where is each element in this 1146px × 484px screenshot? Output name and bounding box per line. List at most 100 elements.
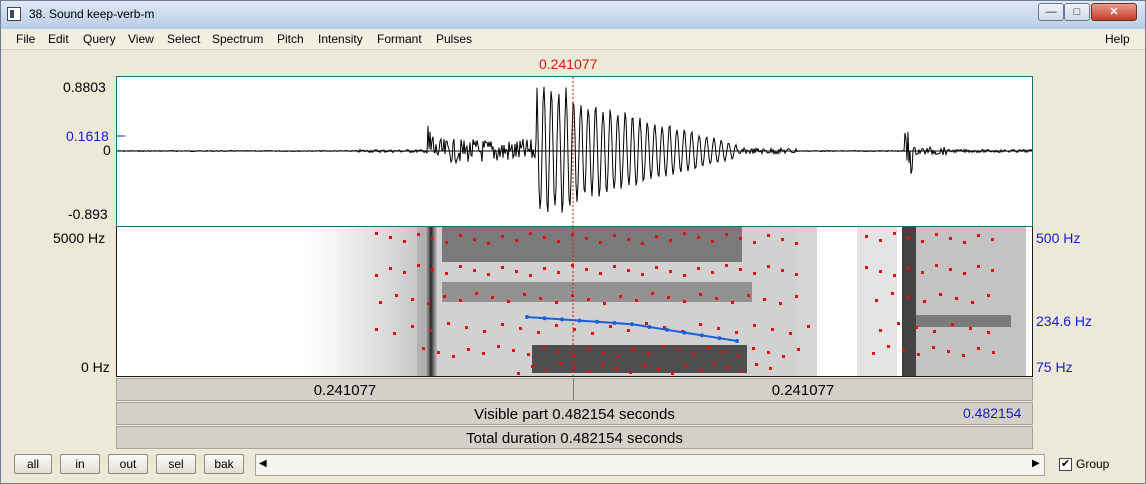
formant-dot <box>741 370 744 373</box>
formant-dot <box>763 298 766 301</box>
formant-dot <box>795 295 798 298</box>
formant-dot <box>865 266 868 269</box>
formant-dot <box>771 328 774 331</box>
formant-dot <box>599 241 602 244</box>
formant-dot <box>497 345 500 348</box>
formant-dot <box>907 267 910 270</box>
formant-dot <box>655 266 658 269</box>
formant-dot <box>641 273 644 276</box>
left-time-segment[interactable]: 0.241077 <box>117 379 574 400</box>
formant-dot <box>987 331 990 334</box>
left-segment-label: 0.241077 <box>313 382 377 399</box>
menu-formant[interactable]: Formant <box>377 32 422 46</box>
total-duration-bar[interactable]: Total duration 0.482154 seconds <box>116 426 1033 449</box>
formant-dot <box>543 236 546 239</box>
formant-dot <box>935 264 938 267</box>
formant-dot <box>555 301 558 304</box>
menu-help[interactable]: Help <box>1105 32 1130 46</box>
formant-dot <box>529 232 532 235</box>
window-title: 38. Sound keep-verb-m <box>29 7 155 21</box>
formant-dot <box>587 370 590 373</box>
formant-dot <box>603 302 606 305</box>
visible-part-bar[interactable]: Visible part 0.482154 seconds <box>116 402 1033 425</box>
formant-dot <box>683 274 686 277</box>
formant-dot <box>795 242 798 245</box>
right-time-segment[interactable]: 0.241077 <box>574 379 1032 400</box>
scroll-left-arrow-icon[interactable]: ◀ <box>259 458 267 469</box>
menu-file[interactable]: File <box>16 32 35 46</box>
formant-dot <box>893 274 896 277</box>
formant-dot <box>473 238 476 241</box>
formant-dot <box>697 267 700 270</box>
spectrogram-canvas <box>305 227 1026 376</box>
formant-dot <box>615 367 618 370</box>
formant-dot <box>557 271 560 274</box>
time-selection-bar[interactable]: 0.241077 0.241077 <box>116 378 1033 401</box>
formant-dot <box>559 362 562 365</box>
editor-area: 0.241077 0.8803 0.1618 0 -0.893 5000 Hz … <box>1 50 1145 451</box>
menu-query[interactable]: Query <box>83 32 116 46</box>
horizontal-scrollbar[interactable]: ◀ ▶ <box>255 454 1045 476</box>
formant-dot <box>557 350 560 353</box>
formant-dot <box>921 240 924 243</box>
formant-dot <box>677 349 680 352</box>
formant-dot <box>602 351 605 354</box>
formant-dot <box>515 239 518 242</box>
formant-dot <box>731 301 734 304</box>
formant-dot <box>539 297 542 300</box>
zoom-sel-button[interactable]: sel <box>156 454 196 474</box>
formant-dot <box>722 350 725 353</box>
formant-dot <box>737 354 740 357</box>
spectrogram-panel[interactable] <box>116 227 1033 377</box>
formant-dot <box>512 349 515 352</box>
formant-dot <box>753 324 756 327</box>
menu-view[interactable]: View <box>128 32 154 46</box>
formant-dot <box>437 351 440 354</box>
menu-pitch[interactable]: Pitch <box>277 32 304 46</box>
formant-dot <box>655 235 658 238</box>
formant-dot <box>971 301 974 304</box>
menu-intensity[interactable]: Intensity <box>318 32 363 46</box>
formant-dot <box>917 353 920 356</box>
formant-dot <box>445 272 448 275</box>
formant-dot <box>781 269 784 272</box>
minimize-button[interactable]: — <box>1038 3 1064 21</box>
all-button[interactable]: all <box>14 454 52 474</box>
waveform-trace <box>117 86 1032 213</box>
formant-dot <box>613 234 616 237</box>
pitch-point <box>717 336 722 341</box>
formant-dot <box>482 352 485 355</box>
formant-dot <box>645 322 648 325</box>
formant-dot <box>707 346 710 349</box>
zoom-in-button[interactable]: in <box>60 454 100 474</box>
waveform-panel[interactable] <box>116 76 1033 227</box>
pitch-point <box>612 321 617 325</box>
formant-dot <box>907 296 910 299</box>
formant-dot <box>951 323 954 326</box>
waveform-min-label: -0.893 <box>68 206 108 222</box>
formant-dot <box>752 347 755 350</box>
zoom-out-button[interactable]: out <box>108 454 148 474</box>
formant-dot <box>699 369 702 372</box>
pitch-point <box>630 322 634 327</box>
menu-edit[interactable]: Edit <box>48 32 69 46</box>
zoom-back-button[interactable]: bak <box>204 454 244 474</box>
formant-dot <box>527 353 530 356</box>
formant-dot <box>685 365 688 368</box>
formant-dot <box>963 241 966 244</box>
formant-dot <box>739 237 742 240</box>
maximize-button[interactable]: □ <box>1064 3 1090 21</box>
formant-dot <box>879 270 882 273</box>
scroll-right-arrow-icon[interactable]: ▶ <box>1032 458 1040 469</box>
formant-dot <box>557 240 560 243</box>
formant-dot <box>991 238 994 241</box>
formant-dot <box>501 323 504 326</box>
menu-spectrum[interactable]: Spectrum <box>212 32 263 46</box>
formant-dot <box>393 332 396 335</box>
menu-select[interactable]: Select <box>167 32 200 46</box>
close-button[interactable]: ✕ <box>1091 3 1137 21</box>
spectrogram-noise-onset <box>305 227 425 376</box>
menu-pulses[interactable]: Pulses <box>436 32 472 46</box>
group-checkbox[interactable]: ✔ <box>1059 458 1072 471</box>
formant-dot <box>872 352 875 355</box>
